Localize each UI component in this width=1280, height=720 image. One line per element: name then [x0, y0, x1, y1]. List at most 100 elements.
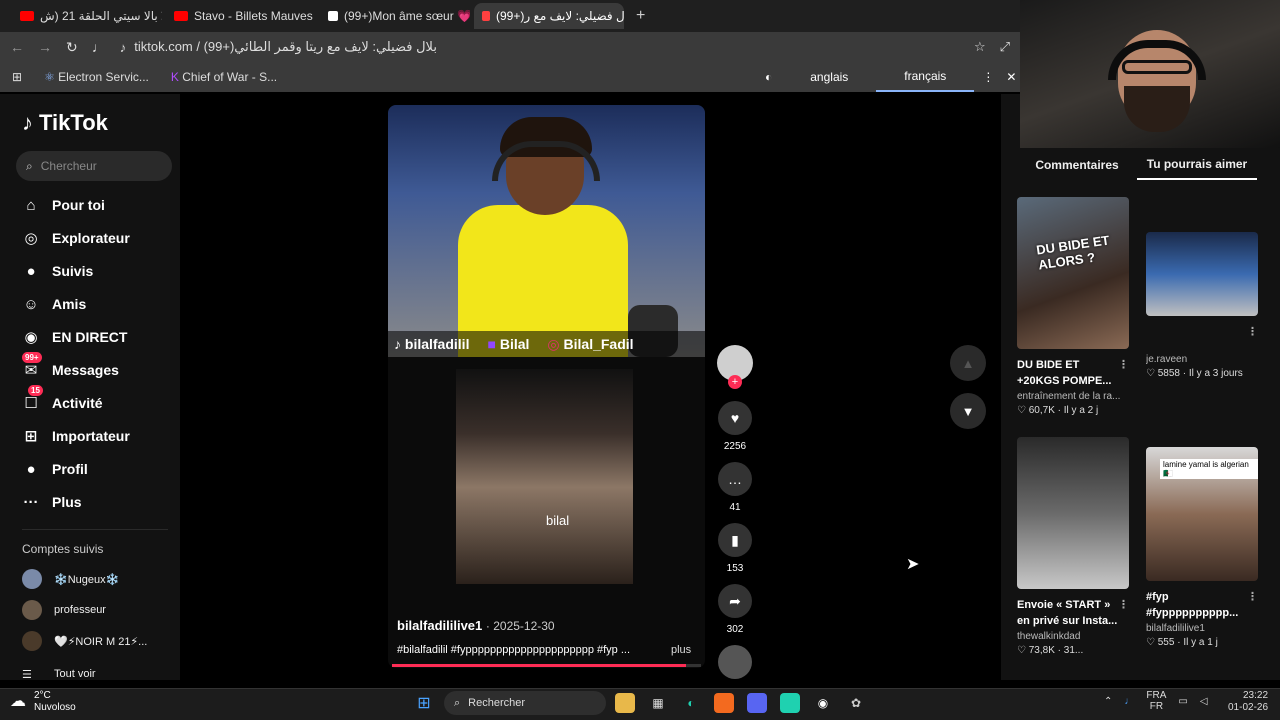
apps-icon[interactable]: ⊞: [12, 70, 22, 84]
more-options-icon[interactable]: ⋮: [1118, 357, 1129, 373]
file-explorer-icon[interactable]: [615, 693, 635, 713]
sidebar-item-more[interactable]: ··· Plus: [22, 490, 172, 514]
comment-button[interactable]: …: [718, 462, 752, 496]
sidebar-item-activity[interactable]: ☐ 15 Activité: [22, 385, 172, 415]
card-likes: 73,8K: [1028, 645, 1055, 656]
url-field[interactable]: ♪ tiktok.com / (99+)بلال فضيلي: لايف مع ر…: [120, 39, 960, 55]
speaker-icon: [482, 11, 490, 21]
sidebar-item-friends[interactable]: ☺ Amis: [22, 292, 172, 316]
microphone-icon[interactable]: ♩: [1124, 696, 1134, 707]
recommended-video-card[interactable]: ⋮ je.raveen ♡ 5858 · Il y a 3 jours: [1146, 232, 1258, 379]
save-button[interactable]: ▮: [718, 523, 752, 557]
like-button[interactable]: ♥: [718, 401, 752, 435]
taskbar-clock[interactable]: 23:22 01-02-26: [1228, 690, 1268, 714]
app-icon[interactable]: [780, 693, 800, 713]
see-all-link[interactable]: ☰ Tout voir: [22, 663, 96, 685]
tab-you-may-like[interactable]: Tu pourrais aimer: [1137, 150, 1257, 180]
url-text: tiktok.com / (99+)بلال فضيلي: لايف مع ري…: [134, 39, 437, 54]
sidebar-item-label: Messages: [52, 362, 119, 378]
sound-disc-icon[interactable]: [718, 645, 752, 679]
followed-account[interactable]: 🤍⚡NOIR M 21⚡...: [22, 630, 147, 652]
language-indicator[interactable]: FRA FR: [1146, 690, 1166, 712]
webcam-beard: [1124, 86, 1190, 132]
video-thumbnail: lamine yamal is algerian 🇩🇿: [1146, 447, 1258, 581]
tiktok-logo[interactable]: ♪ TikTok: [22, 110, 108, 136]
video-hashtags[interactable]: #bilalfadilil #fyppppppppppppppppppppp #…: [397, 644, 697, 656]
share-icon[interactable]: ⤢: [1000, 39, 1010, 55]
recommended-video-card[interactable]: DU BIDE ET ALORS ? DU BIDE ET +20KGS POM…: [1017, 197, 1129, 416]
recommended-video-card[interactable]: lamine yamal is algerian 🇩🇿 #fyp #fypppp…: [1146, 447, 1258, 648]
activity-icon: ☐ 15: [22, 385, 43, 412]
close-icon[interactable]: ✕: [1002, 70, 1020, 84]
sidebar-item-for-you[interactable]: ⌂ Pour toi: [22, 193, 172, 217]
more-options-icon[interactable]: ⋮: [1247, 589, 1258, 605]
forward-icon[interactable]: →: [38, 39, 52, 55]
followed-account[interactable]: professeur: [22, 599, 106, 621]
chevron-up-icon[interactable]: ⌃: [1104, 696, 1112, 707]
bookmark-item[interactable]: ⚛ Electron Servic...: [44, 70, 149, 84]
sidebar-item-messages[interactable]: ✉ 99+ Messages: [22, 352, 172, 382]
more-options-icon[interactable]: ⋮: [1118, 597, 1129, 613]
browser-tab[interactable]: (99+)Mon âme sœur 💗: [320, 3, 470, 29]
next-video-button[interactable]: ▼: [950, 393, 986, 429]
card-time: · Il y a 3 jours: [1182, 368, 1243, 379]
sidebar-item-following[interactable]: ● Suivis: [22, 259, 172, 283]
reload-icon[interactable]: ↻: [66, 39, 78, 56]
browser-tab-active[interactable]: (99+)بلال فضيلي: لايف مع ر...: [474, 3, 624, 29]
profile-icon: ●: [26, 460, 36, 478]
bookmark-item[interactable]: K Chief of War - S...: [171, 70, 277, 84]
chevron-down-icon: ▼: [961, 403, 975, 419]
tab-label: (99+)بلال فضيلي: لايف مع ر...: [496, 9, 624, 23]
follow-plus-icon[interactable]: +: [728, 375, 742, 389]
store-icon[interactable]: ▦: [648, 693, 668, 713]
translate-icon: ◐: [765, 70, 773, 84]
instagram-handle-text: Bilal_Fadil: [563, 335, 634, 352]
share-button[interactable]: ➦: [718, 584, 752, 618]
right-panel-tabs: Commentaires Tu pourrais aimer: [1017, 150, 1257, 180]
video-author[interactable]: bilalfadililive1 · 2025-12-30: [397, 618, 555, 633]
translate-option-english[interactable]: anglais: [782, 62, 876, 92]
more-options-icon[interactable]: ⋮: [974, 70, 1002, 84]
messages-icon: ✉ 99+: [22, 352, 42, 379]
volume-icon[interactable]: ◁: [1200, 696, 1208, 707]
search-input[interactable]: ⌕ Chercheur: [16, 151, 172, 181]
microphone-icon[interactable]: ♩: [92, 39, 106, 55]
card-stats: ♡ 60,7K · Il y a 2 j: [1017, 405, 1129, 416]
network-icon[interactable]: ▭: [1178, 696, 1187, 707]
edge-icon[interactable]: ◐: [681, 693, 701, 713]
creator-avatar[interactable]: +: [717, 345, 753, 389]
sidebar-item-upload[interactable]: ⊞ Importateur: [22, 424, 172, 448]
sidebar-item-explore[interactable]: ◎ Explorateur: [22, 226, 172, 250]
thumbnail-caption: lamine yamal is algerian 🇩🇿: [1160, 459, 1258, 479]
weather-text: 2°C Nuvoloso: [34, 690, 76, 714]
app-icon[interactable]: ✿: [846, 693, 866, 713]
sidebar-item-label: Plus: [52, 494, 82, 510]
video-progress-bar[interactable]: [392, 664, 701, 667]
previous-video-button[interactable]: ▲: [950, 345, 986, 381]
browser-tab[interactable]: شالا بالا سيتي الحلقة 21 (ش...: [12, 3, 162, 29]
star-icon[interactable]: ☆: [974, 39, 986, 55]
app-icon[interactable]: [714, 693, 734, 713]
card-stats: ♡ 73,8K · 31...: [1017, 645, 1129, 656]
discord-icon[interactable]: [747, 693, 767, 713]
followed-account[interactable]: ❄️Nugeux❄️: [22, 568, 119, 590]
sidebar-item-profile[interactable]: ● Profil: [22, 457, 172, 481]
windows-start-icon[interactable]: ⊞: [414, 693, 434, 713]
more-options-icon[interactable]: ⋮: [1247, 324, 1258, 340]
taskbar-search[interactable]: ⌕ Rechercher: [444, 691, 606, 715]
browser-tab[interactable]: Stavo - Billets Mauves fe...: [166, 3, 316, 29]
sidebar-item-label: Amis: [52, 296, 87, 312]
tab-comments[interactable]: Commentaires: [1017, 150, 1137, 180]
new-tab-button[interactable]: +: [628, 7, 653, 25]
sidebar-item-live[interactable]: ◉ EN DIRECT: [22, 325, 172, 349]
app-icon[interactable]: ◉: [813, 693, 833, 713]
recommended-video-card[interactable]: Envoie « START » en privé sur Insta... ⋮ …: [1017, 437, 1129, 656]
card-title-text: #fyp #fypppppppppp...: [1146, 591, 1239, 619]
back-icon[interactable]: ←: [10, 39, 24, 55]
more-caption-button[interactable]: plus: [671, 644, 691, 656]
weather-widget[interactable]: ☁ 2°C Nuvoloso: [10, 690, 76, 714]
friends-icon: ☺: [23, 295, 39, 313]
video-player[interactable]: ♪ bilalfadilil ■ Bilal ◎ Bilal_Fadil bil…: [388, 105, 705, 668]
translate-option-french[interactable]: français: [876, 62, 975, 92]
site-icon: ♪: [119, 39, 127, 55]
